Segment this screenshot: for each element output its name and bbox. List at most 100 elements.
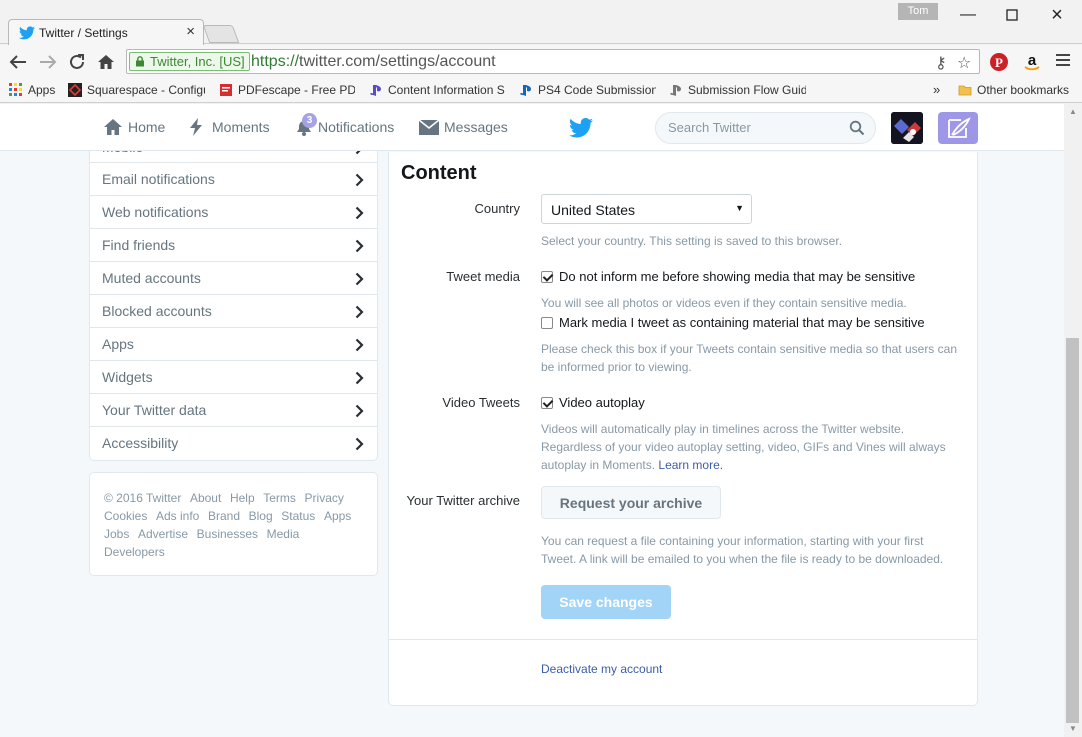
- other-bookmarks-folder[interactable]: Other bookmarks: [958, 83, 1069, 97]
- chrome-menu-button[interactable]: [1052, 52, 1074, 74]
- country-select[interactable]: United States ▼: [541, 194, 752, 224]
- pinterest-extension-icon[interactable]: P: [988, 52, 1010, 74]
- chevron-right-icon: [355, 371, 364, 385]
- sensitive-media-warning-label[interactable]: Do not inform me before showing media th…: [559, 269, 915, 284]
- footer-link[interactable]: Advertise: [138, 527, 188, 541]
- forward-arrow-icon: [40, 55, 57, 69]
- sidebar-item-label: Apps: [102, 336, 134, 352]
- twitter-logo-icon[interactable]: [569, 118, 593, 138]
- compose-quill-icon: [948, 117, 971, 138]
- bookmark-ps4-code-submission[interactable]: PS4 Code Submission: [519, 83, 656, 97]
- footer-link[interactable]: Status: [281, 509, 315, 523]
- sidebar-item-blocked-accounts[interactable]: Blocked accounts: [90, 295, 377, 328]
- key-icon[interactable]: ⚷: [935, 53, 947, 73]
- forward-button[interactable]: [36, 50, 60, 74]
- mark-media-sensitive-checkbox[interactable]: [541, 317, 553, 329]
- bookmark-squarespace[interactable]: Squarespace - Configu: [68, 83, 205, 97]
- home-button[interactable]: [94, 50, 118, 74]
- footer-link[interactable]: Businesses: [197, 527, 258, 541]
- address-bar[interactable]: Twitter, Inc. [US] https://twitter.com/s…: [126, 49, 980, 74]
- security-chip[interactable]: Twitter, Inc. [US]: [129, 52, 250, 71]
- playstation-icon: [670, 85, 681, 96]
- footer-link[interactable]: Cookies: [104, 509, 147, 523]
- archive-help-line2: Tweet. A link will be emailed to you whe…: [541, 552, 944, 566]
- search-icon[interactable]: [849, 120, 865, 136]
- footer-link[interactable]: Apps: [324, 509, 351, 523]
- footer-link[interactable]: Ads info: [156, 509, 199, 523]
- new-tab-button[interactable]: [202, 25, 240, 43]
- sidebar-item-find-friends[interactable]: Find friends: [90, 229, 377, 262]
- browser-tab[interactable]: Twitter / Settings ×: [8, 19, 204, 45]
- nav-moments[interactable]: Moments: [187, 118, 270, 136]
- minimize-button[interactable]: —: [954, 4, 982, 26]
- nav-notifications-label: Notifications: [318, 119, 395, 135]
- close-window-button[interactable]: ×: [1043, 4, 1071, 26]
- home-icon: [104, 119, 122, 135]
- footer-link[interactable]: Help: [230, 491, 255, 505]
- bookmark-star-icon[interactable]: ☆: [957, 53, 971, 73]
- tab-close-icon[interactable]: ×: [186, 24, 195, 39]
- back-button[interactable]: [6, 50, 30, 74]
- lightning-bolt-icon: [190, 118, 202, 136]
- bookmark-apps[interactable]: Apps: [9, 83, 61, 97]
- search-input[interactable]: [668, 120, 848, 135]
- squarespace-icon: [68, 83, 82, 97]
- footer-link[interactable]: Terms: [263, 491, 296, 505]
- panel-divider: [389, 639, 977, 640]
- archive-help-line1: You can request a file containing your i…: [541, 534, 924, 548]
- sidebar-item-label: Blocked accounts: [102, 303, 212, 319]
- bookmark-submission-flow[interactable]: Submission Flow Guid: [669, 83, 806, 97]
- compose-tweet-button[interactable]: [938, 112, 978, 144]
- scrollbar-thumb[interactable]: [1066, 338, 1079, 723]
- maximize-button[interactable]: [998, 4, 1026, 26]
- mark-media-sensitive-label[interactable]: Mark media I tweet as containing materia…: [559, 315, 925, 330]
- footer-link[interactable]: Developers: [104, 545, 165, 559]
- section-heading: Content: [401, 162, 477, 184]
- page-scrollbar[interactable]: ▲ ▼: [1064, 104, 1082, 737]
- avatar[interactable]: [891, 112, 923, 144]
- footer-link[interactable]: Blog: [249, 509, 273, 523]
- sidebar-item-label: Find friends: [102, 237, 176, 253]
- bookmark-label: PS4 Code Submission: [538, 83, 656, 97]
- notification-count-badge: 3: [302, 113, 317, 128]
- video-autoplay-help-line2: Regardless of your video autoplay settin…: [541, 440, 946, 454]
- mark-media-sensitive-help-line1: Please check this box if your Tweets con…: [541, 342, 957, 356]
- envelope-icon: [419, 119, 439, 135]
- sensitive-media-warning-checkbox[interactable]: [541, 271, 553, 283]
- sidebar-item-email-notifications[interactable]: Email notifications: [90, 163, 377, 196]
- nav-home[interactable]: Home: [103, 118, 165, 136]
- amazon-extension-icon[interactable]: a: [1021, 52, 1043, 74]
- profile-chip[interactable]: Tom: [898, 3, 938, 20]
- sidebar-item-accessibility[interactable]: Accessibility: [90, 427, 377, 460]
- chevron-right-icon: [355, 305, 364, 319]
- avatar-image: [891, 112, 923, 144]
- amazon-icon: a: [1024, 52, 1040, 71]
- footer-link[interactable]: Privacy: [305, 491, 344, 505]
- search-twitter[interactable]: [655, 112, 876, 144]
- nav-messages[interactable]: Messages: [419, 118, 508, 136]
- video-autoplay-label[interactable]: Video autoplay: [559, 395, 645, 410]
- request-archive-button[interactable]: Request your archive: [541, 486, 721, 519]
- scroll-down-arrow-icon[interactable]: ▼: [1069, 724, 1077, 733]
- sidebar-item-widgets[interactable]: Widgets: [90, 361, 377, 394]
- sidebar-item-apps[interactable]: Apps: [90, 328, 377, 361]
- bookmark-content-information[interactable]: Content Information S: [369, 83, 506, 97]
- footer-links: © 2016 Twitter About Help Terms Privacy …: [89, 472, 378, 576]
- reload-button[interactable]: [65, 50, 89, 74]
- video-autoplay-checkbox[interactable]: [541, 397, 553, 409]
- country-help: Select your country. This setting is sav…: [541, 234, 843, 248]
- deactivate-account-link[interactable]: Deactivate my account: [541, 662, 662, 676]
- footer-link[interactable]: Jobs: [104, 527, 129, 541]
- sidebar-item-muted-accounts[interactable]: Muted accounts: [90, 262, 377, 295]
- footer-link[interactable]: Brand: [208, 509, 240, 523]
- scroll-up-arrow-icon[interactable]: ▲: [1069, 107, 1077, 116]
- save-changes-button[interactable]: Save changes: [541, 585, 671, 619]
- footer-link[interactable]: Media: [267, 527, 300, 541]
- learn-more-link[interactable]: Learn more.: [658, 458, 723, 472]
- bookmark-pdfescape[interactable]: PDFescape - Free PDF: [219, 83, 355, 97]
- bookmarks-overflow-button[interactable]: »: [933, 82, 940, 97]
- footer-link[interactable]: About: [190, 491, 221, 505]
- sidebar-item-your-twitter-data[interactable]: Your Twitter data: [90, 394, 377, 427]
- sidebar-item-web-notifications[interactable]: Web notifications: [90, 196, 377, 229]
- apps-grid-icon: [9, 83, 22, 96]
